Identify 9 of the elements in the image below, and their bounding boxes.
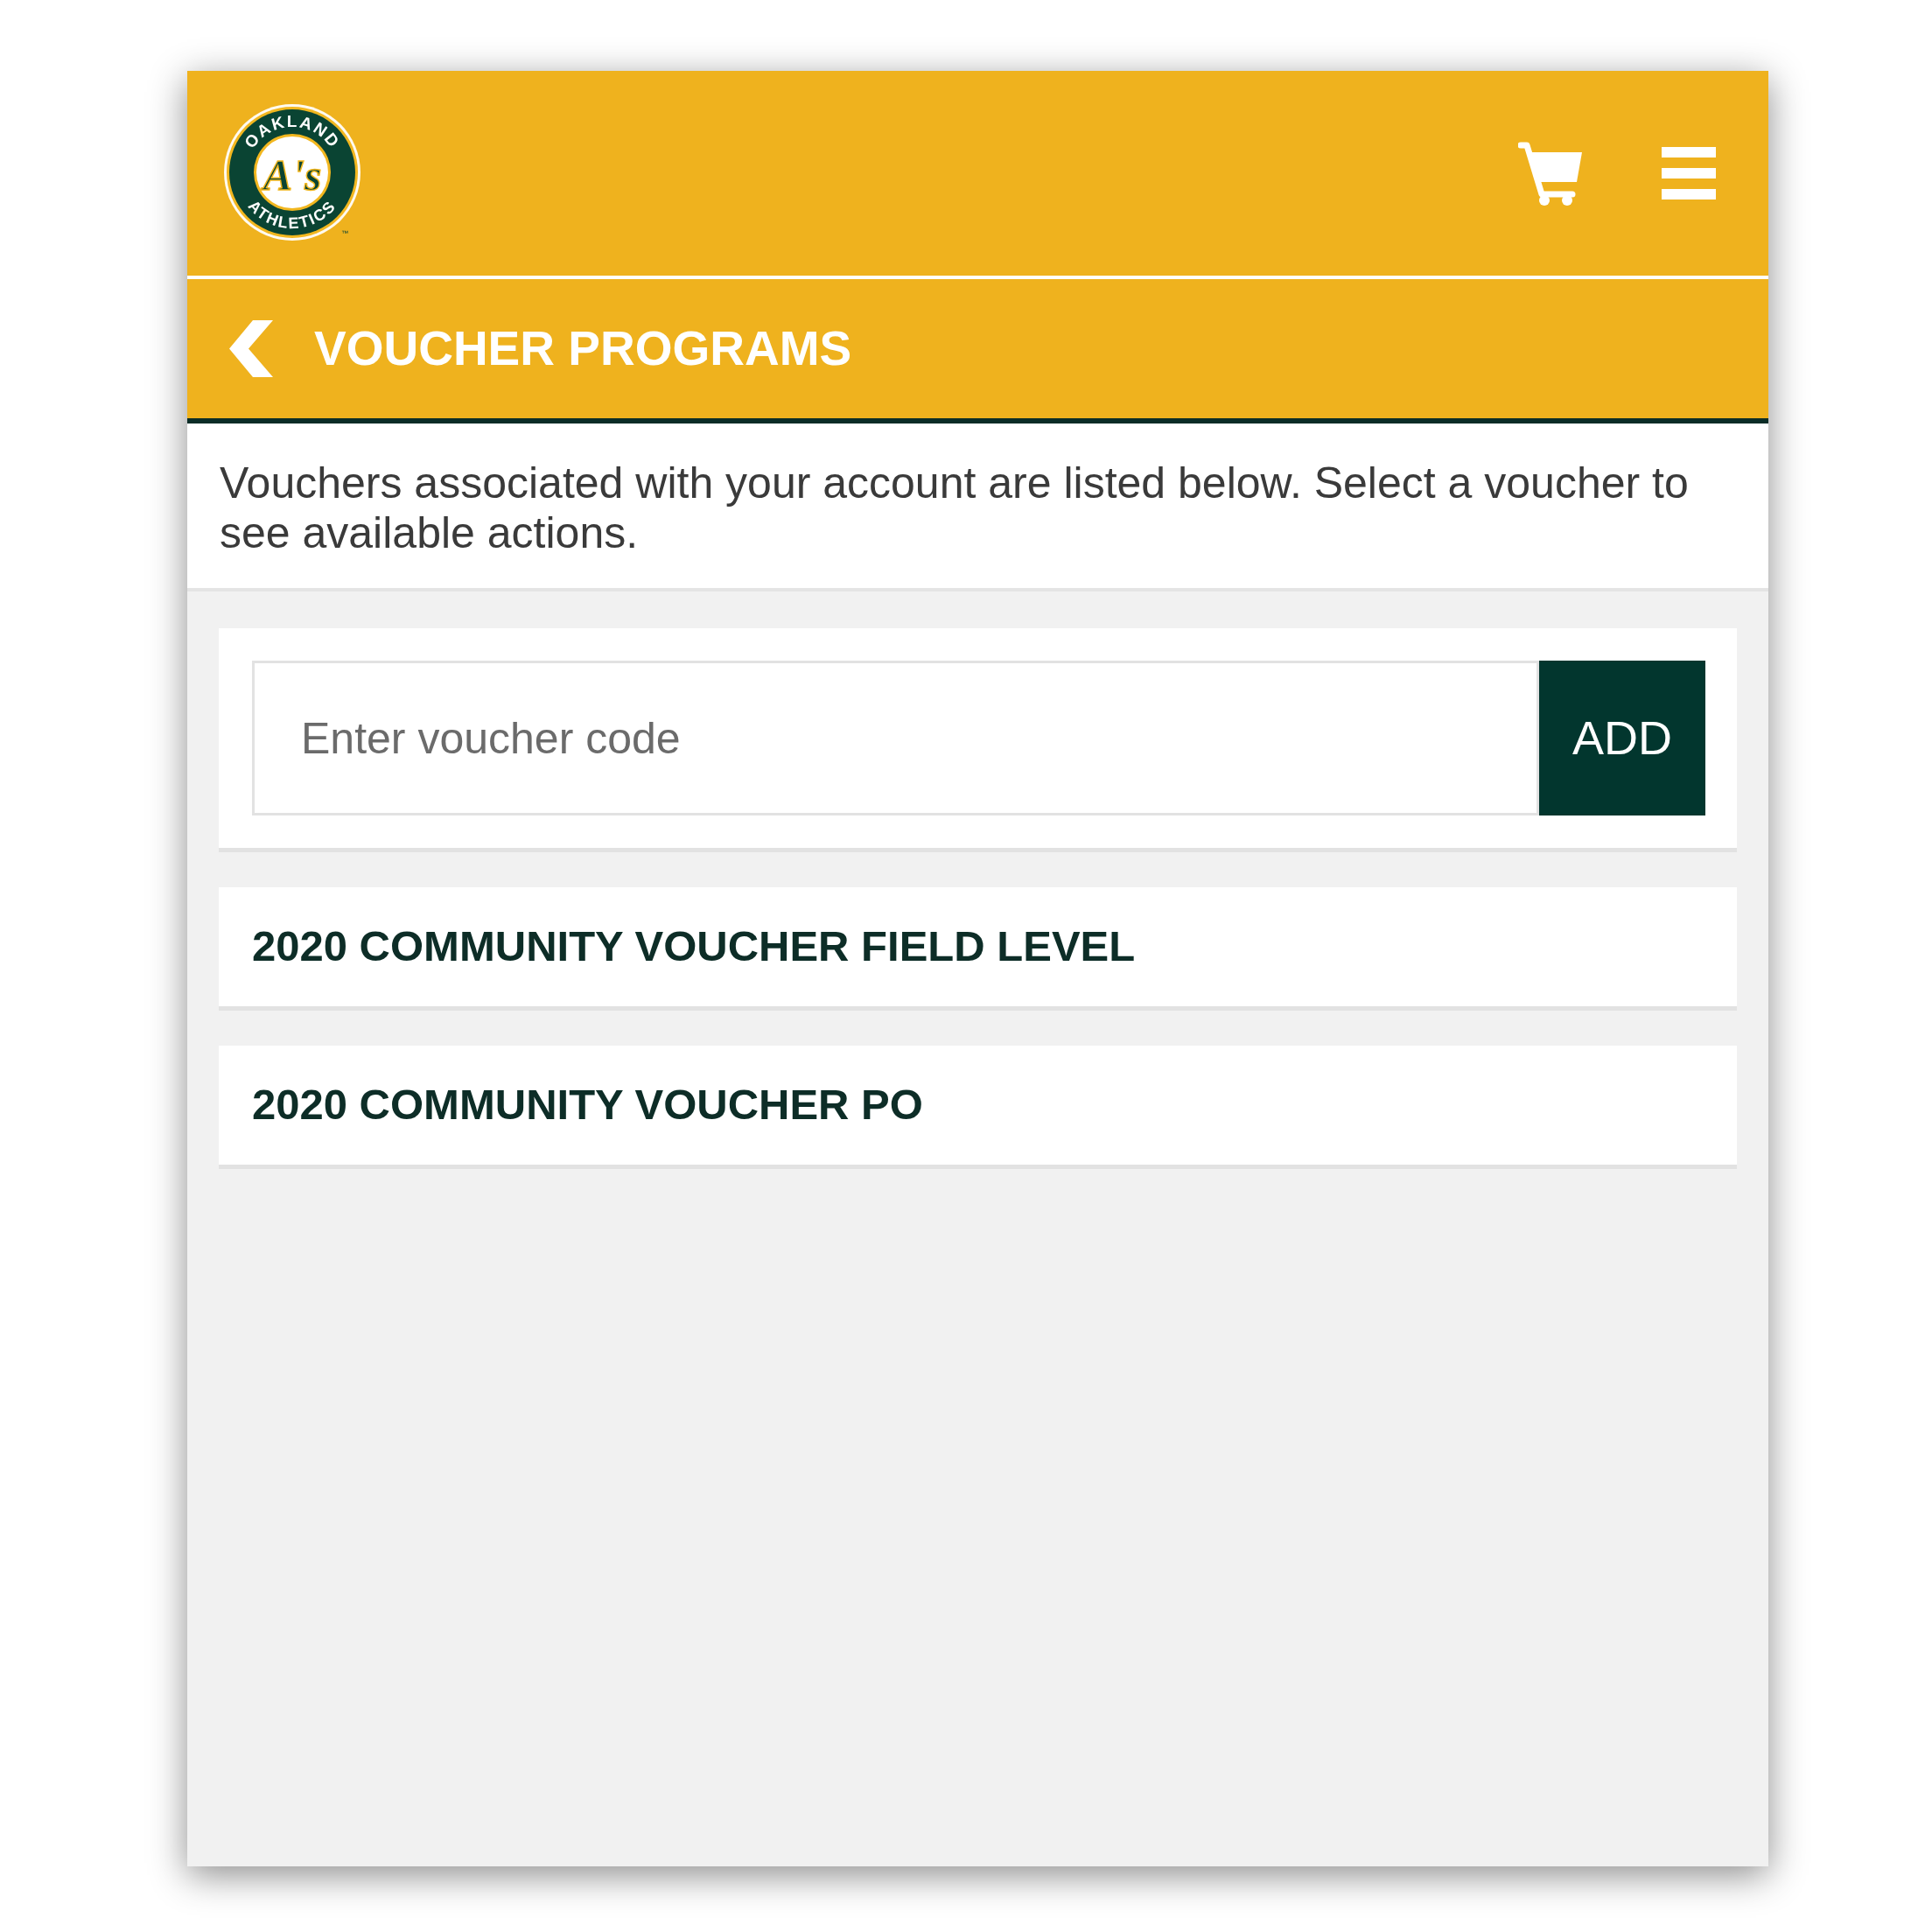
back-chevron-icon[interactable] (229, 320, 273, 377)
voucher-item[interactable]: 2020 COMMUNITY VOUCHER FIELD LEVEL (219, 887, 1737, 1011)
voucher-code-field[interactable]: Enter voucher code (252, 661, 1539, 816)
voucher-item[interactable]: 2020 COMMUNITY VOUCHER PO (219, 1046, 1737, 1169)
page-title: VOUCHER PROGRAMS (314, 325, 852, 373)
cart-icon[interactable] (1518, 141, 1582, 206)
intro-text: Vouchers associated with your account are listed below. Select a voucher to see available actions. (220, 458, 1690, 558)
add-button[interactable]: ADD (1539, 661, 1705, 816)
menu-icon[interactable] (1662, 147, 1716, 200)
